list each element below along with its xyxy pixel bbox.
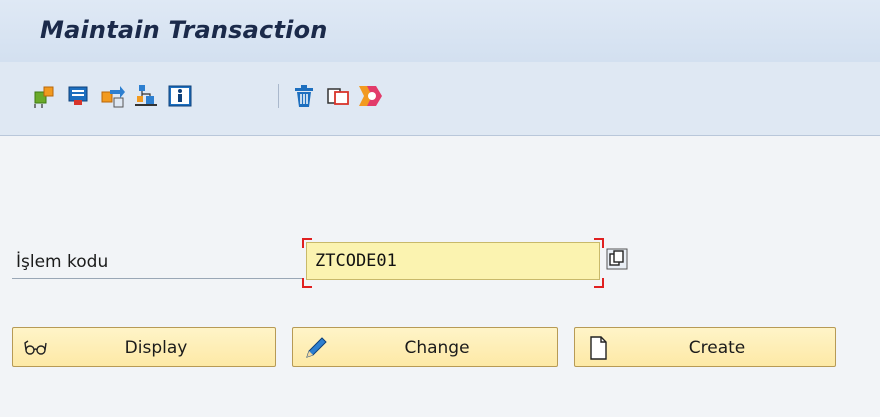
label-underline	[12, 278, 302, 279]
rename-icon[interactable]	[356, 82, 384, 110]
other-object-icon[interactable]	[64, 82, 92, 110]
tcode-input[interactable]: ZTCODE01	[306, 242, 600, 280]
change-button-label: Change	[404, 338, 470, 358]
change-button[interactable]: Change	[292, 327, 558, 367]
hierarchy-icon[interactable]	[132, 82, 160, 110]
required-marker	[594, 238, 604, 248]
info-icon[interactable]	[166, 82, 194, 110]
display-button[interactable]: Display	[12, 327, 276, 367]
create-button[interactable]: Create	[574, 327, 836, 367]
value-help-button[interactable]	[606, 248, 628, 270]
toolbar-separator	[278, 84, 279, 108]
where-used-icon[interactable]	[98, 82, 126, 110]
application-toolbar	[0, 62, 880, 136]
required-marker	[594, 278, 604, 288]
object-list-icon[interactable]	[30, 82, 58, 110]
page-title: Maintain Transaction	[40, 16, 328, 44]
required-marker	[302, 278, 312, 288]
title-bar: Maintain Transaction	[0, 0, 880, 62]
required-marker	[302, 238, 312, 248]
copy-icon	[606, 248, 628, 270]
create-button-label: Create	[688, 338, 746, 358]
tcode-label: İşlem kodu	[16, 252, 109, 272]
delete-icon[interactable]	[290, 82, 318, 110]
copy-icon[interactable]	[324, 82, 352, 110]
display-button-label: Display	[124, 338, 188, 358]
